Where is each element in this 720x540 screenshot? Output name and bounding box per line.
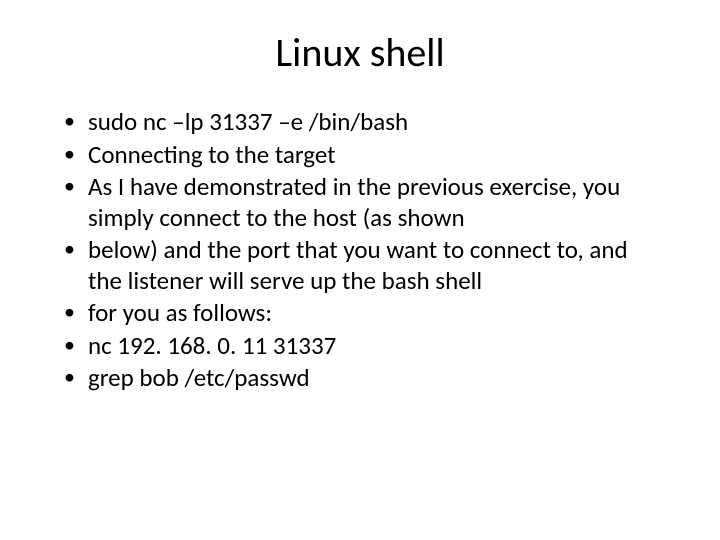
list-item: for you as follows:	[60, 298, 660, 329]
list-item: Connecting to the target	[60, 140, 660, 171]
list-item: nc 192. 168. 0. 11 31337	[60, 331, 660, 362]
list-item: sudo nc –lp 31337 –e /bin/bash	[60, 107, 660, 138]
bullet-list: sudo nc –lp 31337 –e /bin/bash Connectin…	[60, 107, 660, 394]
slide-title: Linux shell	[0, 0, 720, 87]
slide: Linux shell sudo nc –lp 31337 –e /bin/ba…	[0, 0, 720, 540]
list-item: As I have demonstrated in the previous e…	[60, 172, 660, 233]
list-item: below) and the port that you want to con…	[60, 235, 660, 296]
list-item: grep bob /etc/passwd	[60, 363, 660, 394]
slide-content: sudo nc –lp 31337 –e /bin/bash Connectin…	[0, 87, 720, 394]
